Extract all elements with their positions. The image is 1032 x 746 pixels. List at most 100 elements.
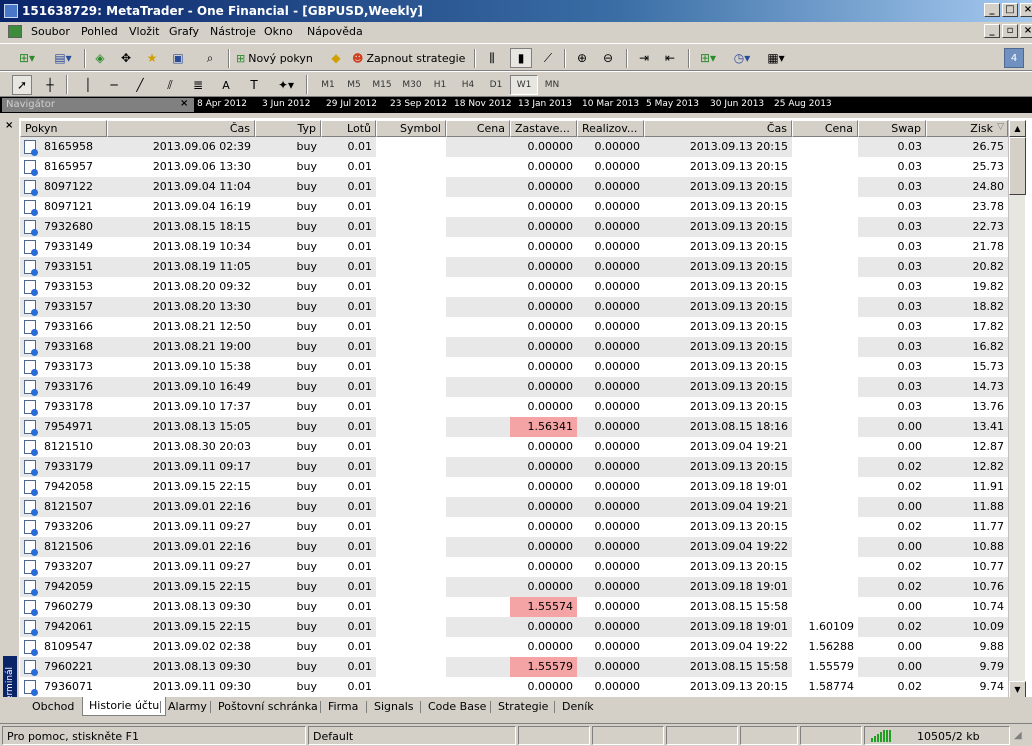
bar-chart-icon[interactable]: ⫼ <box>482 48 502 68</box>
close-button[interactable]: × <box>1020 3 1032 17</box>
line-chart-icon[interactable]: ⟋ <box>538 48 558 68</box>
trendline-icon[interactable]: ╱ <box>130 75 150 95</box>
zoom-in-icon[interactable]: ⊕ <box>572 48 592 68</box>
table-row[interactable]: 7933178 2013.09.10 17:37 buy 0.01 0.00000 0.0… <box>20 397 1008 417</box>
col-take-profit[interactable]: Realizov... <box>577 120 644 137</box>
table-row[interactable]: 7960221 2013.08.13 09:30 buy 0.01 1.55579 0.0… <box>20 657 1008 677</box>
chart-window-icon[interactable] <box>8 25 22 38</box>
tab-firma[interactable]: Firma <box>322 698 364 716</box>
terminal-close-icon[interactable]: × <box>5 120 13 131</box>
profiles-icon[interactable]: ▤▾ <box>48 48 78 68</box>
table-row[interactable]: 7954971 2013.08.13 15:05 buy 0.01 1.56341 0.0… <box>20 417 1008 437</box>
terminal-scrollbar[interactable]: ▲ ▼ <box>1008 120 1026 698</box>
app-icon[interactable] <box>4 4 18 18</box>
col-type[interactable]: Typ <box>255 120 321 137</box>
table-row[interactable]: 7933207 2013.09.11 09:27 buy 0.01 0.00000 0.0… <box>20 557 1008 577</box>
timeframe-m1[interactable]: M1 <box>314 75 342 95</box>
navigator-close-icon[interactable]: × <box>180 98 188 109</box>
col-close-time[interactable]: Čas <box>644 120 792 137</box>
tab-strategie[interactable]: Strategie <box>492 698 554 716</box>
navigator-icon[interactable]: ★ <box>142 48 162 68</box>
tab-signals[interactable]: Signals <box>368 698 420 716</box>
table-row[interactable]: 8097121 2013.09.04 16:19 buy 0.01 0.00000 0.0… <box>20 197 1008 217</box>
menu-vlozit[interactable]: Vložit <box>129 25 159 38</box>
timeframe-m15[interactable]: M15 <box>368 75 396 95</box>
child-close-button[interactable]: × <box>1020 24 1032 38</box>
table-row[interactable]: 7933157 2013.08.20 13:30 buy 0.01 0.00000 0.0… <box>20 297 1008 317</box>
table-row[interactable]: 8165958 2013.09.06 02:39 buy 0.01 0.00000 0.0… <box>20 137 1008 157</box>
start-strategy-button[interactable]: ☻ Zapnout strategie <box>352 48 470 68</box>
new-order-button[interactable]: ⊞ Nový pokyn <box>236 48 320 68</box>
table-row[interactable]: 7933176 2013.09.10 16:49 buy 0.01 0.00000 0.0… <box>20 377 1008 397</box>
scroll-thumb[interactable] <box>1009 137 1026 195</box>
table-row[interactable]: 7933153 2013.08.20 09:32 buy 0.01 0.00000 0.0… <box>20 277 1008 297</box>
table-row[interactable]: 7933179 2013.09.11 09:17 buy 0.01 0.00000 0.0… <box>20 457 1008 477</box>
table-row[interactable]: 7933173 2013.09.10 15:38 buy 0.01 0.00000 0.0… <box>20 357 1008 377</box>
menu-napoveda[interactable]: Nápověda <box>307 25 363 38</box>
timeframe-h4[interactable]: H4 <box>454 75 482 95</box>
templates-icon[interactable]: ▦▾ <box>762 48 790 68</box>
mailbox-badge[interactable]: 4 <box>1004 48 1024 68</box>
table-row[interactable]: 8165957 2013.09.06 13:30 buy 0.01 0.00000 0.0… <box>20 157 1008 177</box>
zoom-out-icon[interactable]: ⊖ <box>598 48 618 68</box>
table-row[interactable]: 8097122 2013.09.04 11:04 buy 0.01 0.00000 0.0… <box>20 177 1008 197</box>
tab-historie-uctu[interactable]: Historie účtu <box>82 697 167 716</box>
new-chart-icon[interactable]: ⊞▾ <box>10 48 44 68</box>
crosshair-icon[interactable]: ┼ <box>40 75 60 95</box>
menu-grafy[interactable]: Grafy <box>169 25 199 38</box>
autoscroll-icon[interactable]: ⇥ <box>634 48 654 68</box>
col-symbol[interactable]: Symbol <box>376 120 446 137</box>
col-open-price[interactable]: Cena <box>446 120 510 137</box>
table-row[interactable]: 7933168 2013.08.21 19:00 buy 0.01 0.00000 0.0… <box>20 337 1008 357</box>
table-row[interactable]: 7933166 2013.08.21 12:50 buy 0.01 0.00000 0.0… <box>20 317 1008 337</box>
scroll-up-icon[interactable]: ▲ <box>1009 120 1026 137</box>
timeframe-d1[interactable]: D1 <box>482 75 510 95</box>
col-swap[interactable]: Swap <box>858 120 926 137</box>
col-profit[interactable]: Zisk ▽ <box>926 120 1008 137</box>
tab-denik[interactable]: Deník <box>556 698 600 716</box>
vertical-line-icon[interactable]: │ <box>78 75 98 95</box>
table-row[interactable]: 7933151 2013.08.19 11:05 buy 0.01 0.00000 0.0… <box>20 257 1008 277</box>
resize-grip-icon[interactable]: ◢ <box>1014 730 1022 741</box>
text-label-icon[interactable]: T <box>244 75 264 95</box>
table-row[interactable]: 7942058 2013.09.15 22:15 buy 0.01 0.00000 0.0… <box>20 477 1008 497</box>
timeframe-w1[interactable]: W1 <box>510 75 538 95</box>
col-stop-loss[interactable]: Zastave... <box>510 120 577 137</box>
table-row[interactable]: 7942061 2013.09.15 22:15 buy 0.01 0.00000 0.0… <box>20 617 1008 637</box>
arrows-icon[interactable]: ✦▾ <box>272 75 300 95</box>
terminal-icon[interactable]: ▣ <box>168 48 188 68</box>
col-lots[interactable]: Lotů <box>321 120 376 137</box>
timeframe-m5[interactable]: M5 <box>340 75 368 95</box>
menu-okno[interactable]: Okno <box>264 25 293 38</box>
indicators-icon[interactable]: ⊞▾ <box>694 48 722 68</box>
table-row[interactable]: 8109547 2013.09.02 02:38 buy 0.01 0.00000 0.0… <box>20 637 1008 657</box>
col-close-price[interactable]: Cena <box>792 120 858 137</box>
alert-icon[interactable]: ◆ <box>326 48 346 68</box>
col-order[interactable]: Pokyn <box>20 120 107 137</box>
child-minimize-button[interactable]: _ <box>984 24 1000 38</box>
tab-alarmy[interactable]: Alarmy <box>162 698 213 716</box>
cursor-icon[interactable]: ➚ <box>12 75 32 95</box>
chart-shift-icon[interactable]: ⇤ <box>660 48 680 68</box>
table-row[interactable]: 7933206 2013.09.11 09:27 buy 0.01 0.00000 0.0… <box>20 517 1008 537</box>
text-tool[interactable]: A <box>216 75 236 95</box>
child-restore-button[interactable]: ▫ <box>1002 24 1018 38</box>
table-row[interactable]: 7942059 2013.09.15 22:15 buy 0.01 0.00000 0.0… <box>20 577 1008 597</box>
timeframe-m30[interactable]: M30 <box>398 75 426 95</box>
table-row[interactable]: 8121507 2013.09.01 22:16 buy 0.01 0.00000 0.0… <box>20 497 1008 517</box>
table-row[interactable]: 8121510 2013.08.30 20:03 buy 0.01 0.00000 0.0… <box>20 437 1008 457</box>
minimize-button[interactable]: _ <box>984 3 1000 17</box>
menu-soubor[interactable]: Soubor <box>31 25 70 38</box>
fibonacci-icon[interactable]: ≣ <box>188 75 208 95</box>
market-watch-icon[interactable]: ◈ <box>90 48 110 68</box>
scroll-down-icon[interactable]: ▼ <box>1009 681 1026 698</box>
candlestick-icon[interactable]: ▮ <box>510 48 532 68</box>
tab-postovni-schranka[interactable]: Poštovní schránka <box>212 698 324 716</box>
data-window-icon[interactable]: ✥ <box>116 48 136 68</box>
channel-icon[interactable]: ⫽ <box>160 75 180 95</box>
tab-obchod[interactable]: Obchod <box>26 698 80 716</box>
menu-nastroje[interactable]: Nástroje <box>210 25 256 38</box>
table-row[interactable]: 7960279 2013.08.13 09:30 buy 0.01 1.55574 0.0… <box>20 597 1008 617</box>
table-row[interactable]: 8121506 2013.09.01 22:16 buy 0.01 0.00000 0.0… <box>20 537 1008 557</box>
table-row[interactable]: 7936071 2013.09.11 09:30 buy 0.01 0.00000 0.0… <box>20 677 1008 697</box>
